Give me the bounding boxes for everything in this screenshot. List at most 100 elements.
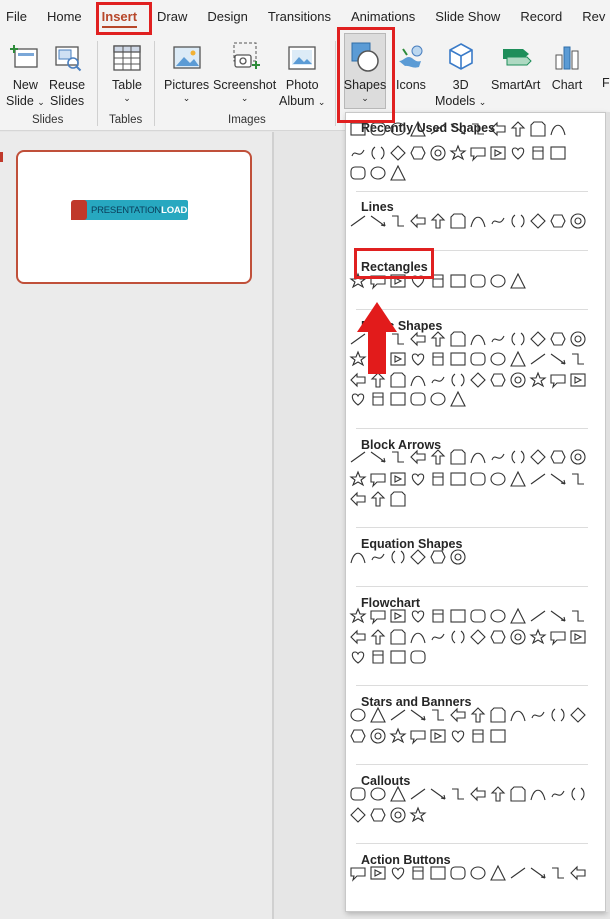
shape-option-icon[interactable] bbox=[548, 119, 568, 139]
shape-option-icon[interactable] bbox=[388, 389, 408, 409]
shape-option-icon[interactable] bbox=[528, 211, 548, 231]
shape-option-icon[interactable] bbox=[368, 469, 388, 489]
shape-option-icon[interactable] bbox=[568, 329, 588, 349]
shape-option-icon[interactable] bbox=[408, 469, 428, 489]
shape-option-icon[interactable] bbox=[528, 863, 548, 883]
shape-option-icon[interactable] bbox=[528, 469, 548, 489]
shape-option-icon[interactable] bbox=[388, 469, 408, 489]
shape-option-icon[interactable] bbox=[448, 627, 468, 647]
shape-option-icon[interactable] bbox=[488, 211, 508, 231]
shape-option-icon[interactable] bbox=[528, 447, 548, 467]
table-button[interactable]: Table ⌄ bbox=[110, 37, 144, 103]
shape-option-icon[interactable] bbox=[448, 606, 468, 626]
shape-option-icon[interactable] bbox=[388, 349, 408, 369]
shape-option-icon[interactable] bbox=[468, 863, 488, 883]
shape-option-icon[interactable] bbox=[548, 784, 568, 804]
shape-option-icon[interactable] bbox=[528, 606, 548, 626]
icons-button[interactable]: Icons bbox=[394, 37, 428, 93]
shape-option-icon[interactable] bbox=[348, 863, 368, 883]
shape-option-icon[interactable] bbox=[428, 349, 448, 369]
shape-option-icon[interactable] bbox=[448, 726, 468, 746]
shape-option-icon[interactable] bbox=[528, 784, 548, 804]
shape-option-icon[interactable] bbox=[548, 606, 568, 626]
shape-option-icon[interactable] bbox=[488, 469, 508, 489]
shape-option-icon[interactable] bbox=[528, 370, 548, 390]
shape-option-icon[interactable] bbox=[408, 143, 428, 163]
shape-option-icon[interactable] bbox=[348, 784, 368, 804]
shape-option-icon[interactable] bbox=[468, 211, 488, 231]
shape-option-icon[interactable] bbox=[508, 447, 528, 467]
shape-option-icon[interactable] bbox=[368, 863, 388, 883]
shape-option-icon[interactable] bbox=[428, 606, 448, 626]
shape-option-icon[interactable] bbox=[408, 211, 428, 231]
shape-option-icon[interactable] bbox=[388, 163, 408, 183]
shape-option-icon[interactable] bbox=[488, 726, 508, 746]
shape-option-icon[interactable] bbox=[348, 163, 368, 183]
shape-option-icon[interactable] bbox=[368, 627, 388, 647]
shape-option-icon[interactable] bbox=[448, 389, 468, 409]
shape-option-icon[interactable] bbox=[388, 606, 408, 626]
shape-option-icon[interactable] bbox=[528, 349, 548, 369]
shape-option-icon[interactable] bbox=[408, 389, 428, 409]
shape-option-icon[interactable] bbox=[508, 606, 528, 626]
shape-option-icon[interactable] bbox=[548, 627, 568, 647]
tab-animations[interactable]: Animations bbox=[341, 0, 425, 33]
shape-option-icon[interactable] bbox=[348, 469, 368, 489]
shape-option-icon[interactable] bbox=[348, 447, 368, 467]
tab-slide-show[interactable]: Slide Show bbox=[425, 0, 510, 33]
shape-option-icon[interactable] bbox=[528, 705, 548, 725]
shape-option-icon[interactable] bbox=[348, 349, 368, 369]
shape-option-icon[interactable] bbox=[488, 627, 508, 647]
tab-home[interactable]: Home bbox=[37, 0, 92, 33]
shape-option-icon[interactable] bbox=[408, 805, 428, 825]
shape-option-icon[interactable] bbox=[408, 370, 428, 390]
shape-option-icon[interactable] bbox=[348, 606, 368, 626]
shape-option-icon[interactable] bbox=[488, 705, 508, 725]
shape-option-icon[interactable] bbox=[488, 370, 508, 390]
shape-option-icon[interactable] bbox=[508, 143, 528, 163]
shape-option-icon[interactable] bbox=[348, 370, 368, 390]
shape-option-icon[interactable] bbox=[368, 647, 388, 667]
shape-option-icon[interactable] bbox=[428, 863, 448, 883]
shape-option-icon[interactable] bbox=[448, 547, 468, 567]
3d-models-button[interactable]: 3D Models ⌄ bbox=[435, 37, 486, 109]
shape-option-icon[interactable] bbox=[568, 784, 588, 804]
shape-option-icon[interactable] bbox=[408, 606, 428, 626]
pane-divider[interactable] bbox=[272, 132, 274, 919]
shape-option-icon[interactable] bbox=[468, 370, 488, 390]
shape-option-icon[interactable] bbox=[468, 606, 488, 626]
shape-option-icon[interactable] bbox=[488, 271, 508, 291]
shape-option-icon[interactable] bbox=[388, 447, 408, 467]
shape-option-icon[interactable] bbox=[548, 143, 568, 163]
shape-option-icon[interactable] bbox=[348, 805, 368, 825]
shape-option-icon[interactable] bbox=[568, 863, 588, 883]
shape-option-icon[interactable] bbox=[568, 349, 588, 369]
shape-option-icon[interactable] bbox=[348, 329, 368, 349]
shape-option-icon[interactable] bbox=[408, 863, 428, 883]
shape-option-icon[interactable] bbox=[388, 805, 408, 825]
shape-option-icon[interactable] bbox=[348, 647, 368, 667]
shape-option-icon[interactable] bbox=[348, 726, 368, 746]
shape-option-icon[interactable] bbox=[428, 726, 448, 746]
shape-option-icon[interactable] bbox=[508, 349, 528, 369]
shape-option-icon[interactable] bbox=[568, 447, 588, 467]
shape-option-icon[interactable] bbox=[548, 329, 568, 349]
shape-option-icon[interactable] bbox=[488, 863, 508, 883]
shape-option-icon[interactable] bbox=[548, 469, 568, 489]
shape-option-icon[interactable] bbox=[368, 163, 388, 183]
shape-option-icon[interactable] bbox=[508, 863, 528, 883]
shape-option-icon[interactable] bbox=[408, 447, 428, 467]
shape-option-icon[interactable] bbox=[428, 211, 448, 231]
shape-option-icon[interactable] bbox=[388, 647, 408, 667]
shape-option-icon[interactable] bbox=[428, 389, 448, 409]
shape-option-icon[interactable] bbox=[368, 784, 388, 804]
shape-option-icon[interactable] bbox=[448, 329, 468, 349]
shape-option-icon[interactable] bbox=[368, 805, 388, 825]
shape-option-icon[interactable] bbox=[348, 547, 368, 567]
shape-option-icon[interactable] bbox=[548, 447, 568, 467]
shape-option-icon[interactable] bbox=[568, 211, 588, 231]
shape-option-icon[interactable] bbox=[508, 271, 528, 291]
shape-option-icon[interactable] bbox=[448, 469, 468, 489]
shape-option-icon[interactable] bbox=[388, 627, 408, 647]
shape-option-icon[interactable] bbox=[468, 143, 488, 163]
